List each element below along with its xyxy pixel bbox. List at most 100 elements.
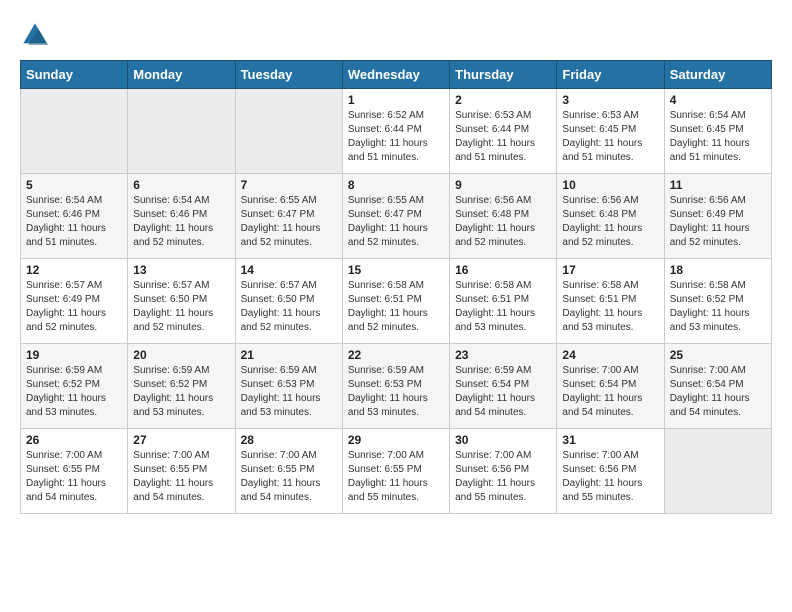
calendar-cell: 22 Sunrise: 6:59 AM Sunset: 6:53 PM Dayl… [342, 344, 449, 429]
calendar-week-5: 26 Sunrise: 7:00 AM Sunset: 6:55 PM Dayl… [21, 429, 772, 514]
sunset-text: Sunset: 6:44 PM [455, 124, 529, 135]
daylight-text: Daylight: 11 hours and 52 minutes. [348, 223, 428, 248]
calendar-cell: 11 Sunrise: 6:56 AM Sunset: 6:49 PM Dayl… [664, 174, 771, 259]
day-number: 23 [455, 348, 551, 362]
day-number: 5 [26, 178, 122, 192]
calendar-cell: 2 Sunrise: 6:53 AM Sunset: 6:44 PM Dayli… [450, 89, 557, 174]
daylight-text: Daylight: 11 hours and 53 minutes. [133, 393, 213, 418]
logo [20, 20, 56, 50]
day-number: 17 [562, 263, 658, 277]
calendar-cell: 5 Sunrise: 6:54 AM Sunset: 6:46 PM Dayli… [21, 174, 128, 259]
daylight-text: Daylight: 11 hours and 54 minutes. [670, 393, 750, 418]
sunrise-text: Sunrise: 6:56 AM [562, 195, 638, 206]
sunset-text: Sunset: 6:52 PM [670, 294, 744, 305]
day-number: 2 [455, 93, 551, 107]
day-number: 30 [455, 433, 551, 447]
sunrise-text: Sunrise: 6:58 AM [348, 280, 424, 291]
calendar-cell: 17 Sunrise: 6:58 AM Sunset: 6:51 PM Dayl… [557, 259, 664, 344]
calendar-cell: 12 Sunrise: 6:57 AM Sunset: 6:49 PM Dayl… [21, 259, 128, 344]
logo-icon [20, 20, 50, 50]
day-info: Sunrise: 6:59 AM Sunset: 6:52 PM Dayligh… [26, 364, 122, 420]
sunrise-text: Sunrise: 6:57 AM [133, 280, 209, 291]
sunrise-text: Sunrise: 7:00 AM [562, 450, 638, 461]
daylight-text: Daylight: 11 hours and 51 minutes. [455, 138, 535, 163]
calendar-cell: 29 Sunrise: 7:00 AM Sunset: 6:55 PM Dayl… [342, 429, 449, 514]
sunrise-text: Sunrise: 6:59 AM [133, 365, 209, 376]
sunrise-text: Sunrise: 7:00 AM [562, 365, 638, 376]
sunrise-text: Sunrise: 6:59 AM [26, 365, 102, 376]
calendar-cell: 20 Sunrise: 6:59 AM Sunset: 6:52 PM Dayl… [128, 344, 235, 429]
sunrise-text: Sunrise: 6:57 AM [241, 280, 317, 291]
sunset-text: Sunset: 6:55 PM [26, 464, 100, 475]
day-info: Sunrise: 6:53 AM Sunset: 6:45 PM Dayligh… [562, 109, 658, 165]
sunset-text: Sunset: 6:55 PM [348, 464, 422, 475]
daylight-text: Daylight: 11 hours and 52 minutes. [241, 223, 321, 248]
day-info: Sunrise: 7:00 AM Sunset: 6:55 PM Dayligh… [26, 449, 122, 505]
calendar-table: SundayMondayTuesdayWednesdayThursdayFrid… [20, 60, 772, 514]
sunset-text: Sunset: 6:44 PM [348, 124, 422, 135]
daylight-text: Daylight: 11 hours and 51 minutes. [670, 138, 750, 163]
calendar-cell: 30 Sunrise: 7:00 AM Sunset: 6:56 PM Dayl… [450, 429, 557, 514]
day-info: Sunrise: 7:00 AM Sunset: 6:56 PM Dayligh… [455, 449, 551, 505]
day-info: Sunrise: 7:00 AM Sunset: 6:55 PM Dayligh… [348, 449, 444, 505]
sunset-text: Sunset: 6:47 PM [348, 209, 422, 220]
sunset-text: Sunset: 6:46 PM [26, 209, 100, 220]
calendar-cell: 4 Sunrise: 6:54 AM Sunset: 6:45 PM Dayli… [664, 89, 771, 174]
day-info: Sunrise: 6:54 AM Sunset: 6:46 PM Dayligh… [133, 194, 229, 250]
sunset-text: Sunset: 6:54 PM [670, 379, 744, 390]
sunset-text: Sunset: 6:48 PM [455, 209, 529, 220]
calendar-cell: 18 Sunrise: 6:58 AM Sunset: 6:52 PM Dayl… [664, 259, 771, 344]
sunrise-text: Sunrise: 7:00 AM [26, 450, 102, 461]
day-info: Sunrise: 7:00 AM Sunset: 6:54 PM Dayligh… [562, 364, 658, 420]
sunrise-text: Sunrise: 6:58 AM [562, 280, 638, 291]
sunrise-text: Sunrise: 6:58 AM [670, 280, 746, 291]
day-info: Sunrise: 6:54 AM Sunset: 6:46 PM Dayligh… [26, 194, 122, 250]
day-info: Sunrise: 6:56 AM Sunset: 6:48 PM Dayligh… [455, 194, 551, 250]
day-info: Sunrise: 7:00 AM Sunset: 6:55 PM Dayligh… [133, 449, 229, 505]
day-number: 26 [26, 433, 122, 447]
day-number: 10 [562, 178, 658, 192]
weekday-header-monday: Monday [128, 61, 235, 89]
day-number: 18 [670, 263, 766, 277]
weekday-header-friday: Friday [557, 61, 664, 89]
sunrise-text: Sunrise: 7:00 AM [241, 450, 317, 461]
calendar-cell [235, 89, 342, 174]
calendar-cell: 27 Sunrise: 7:00 AM Sunset: 6:55 PM Dayl… [128, 429, 235, 514]
sunrise-text: Sunrise: 7:00 AM [133, 450, 209, 461]
daylight-text: Daylight: 11 hours and 52 minutes. [562, 223, 642, 248]
sunset-text: Sunset: 6:45 PM [670, 124, 744, 135]
sunset-text: Sunset: 6:50 PM [133, 294, 207, 305]
sunset-text: Sunset: 6:53 PM [348, 379, 422, 390]
calendar-week-3: 12 Sunrise: 6:57 AM Sunset: 6:49 PM Dayl… [21, 259, 772, 344]
calendar-cell: 6 Sunrise: 6:54 AM Sunset: 6:46 PM Dayli… [128, 174, 235, 259]
sunrise-text: Sunrise: 6:56 AM [455, 195, 531, 206]
calendar-cell: 19 Sunrise: 6:59 AM Sunset: 6:52 PM Dayl… [21, 344, 128, 429]
sunset-text: Sunset: 6:51 PM [455, 294, 529, 305]
weekday-header-tuesday: Tuesday [235, 61, 342, 89]
day-info: Sunrise: 6:56 AM Sunset: 6:49 PM Dayligh… [670, 194, 766, 250]
day-info: Sunrise: 6:59 AM Sunset: 6:52 PM Dayligh… [133, 364, 229, 420]
sunset-text: Sunset: 6:54 PM [562, 379, 636, 390]
day-info: Sunrise: 6:57 AM Sunset: 6:49 PM Dayligh… [26, 279, 122, 335]
day-info: Sunrise: 6:55 AM Sunset: 6:47 PM Dayligh… [348, 194, 444, 250]
sunset-text: Sunset: 6:52 PM [133, 379, 207, 390]
sunset-text: Sunset: 6:55 PM [241, 464, 315, 475]
calendar-cell: 7 Sunrise: 6:55 AM Sunset: 6:47 PM Dayli… [235, 174, 342, 259]
day-number: 4 [670, 93, 766, 107]
sunrise-text: Sunrise: 6:55 AM [348, 195, 424, 206]
day-number: 11 [670, 178, 766, 192]
day-number: 13 [133, 263, 229, 277]
calendar-cell: 8 Sunrise: 6:55 AM Sunset: 6:47 PM Dayli… [342, 174, 449, 259]
weekday-header-saturday: Saturday [664, 61, 771, 89]
day-info: Sunrise: 6:57 AM Sunset: 6:50 PM Dayligh… [133, 279, 229, 335]
day-number: 28 [241, 433, 337, 447]
calendar-cell: 25 Sunrise: 7:00 AM Sunset: 6:54 PM Dayl… [664, 344, 771, 429]
sunset-text: Sunset: 6:51 PM [348, 294, 422, 305]
sunrise-text: Sunrise: 6:59 AM [455, 365, 531, 376]
sunset-text: Sunset: 6:56 PM [455, 464, 529, 475]
day-number: 7 [241, 178, 337, 192]
sunrise-text: Sunrise: 7:00 AM [670, 365, 746, 376]
sunrise-text: Sunrise: 6:54 AM [133, 195, 209, 206]
daylight-text: Daylight: 11 hours and 51 minutes. [562, 138, 642, 163]
daylight-text: Daylight: 11 hours and 52 minutes. [455, 223, 535, 248]
